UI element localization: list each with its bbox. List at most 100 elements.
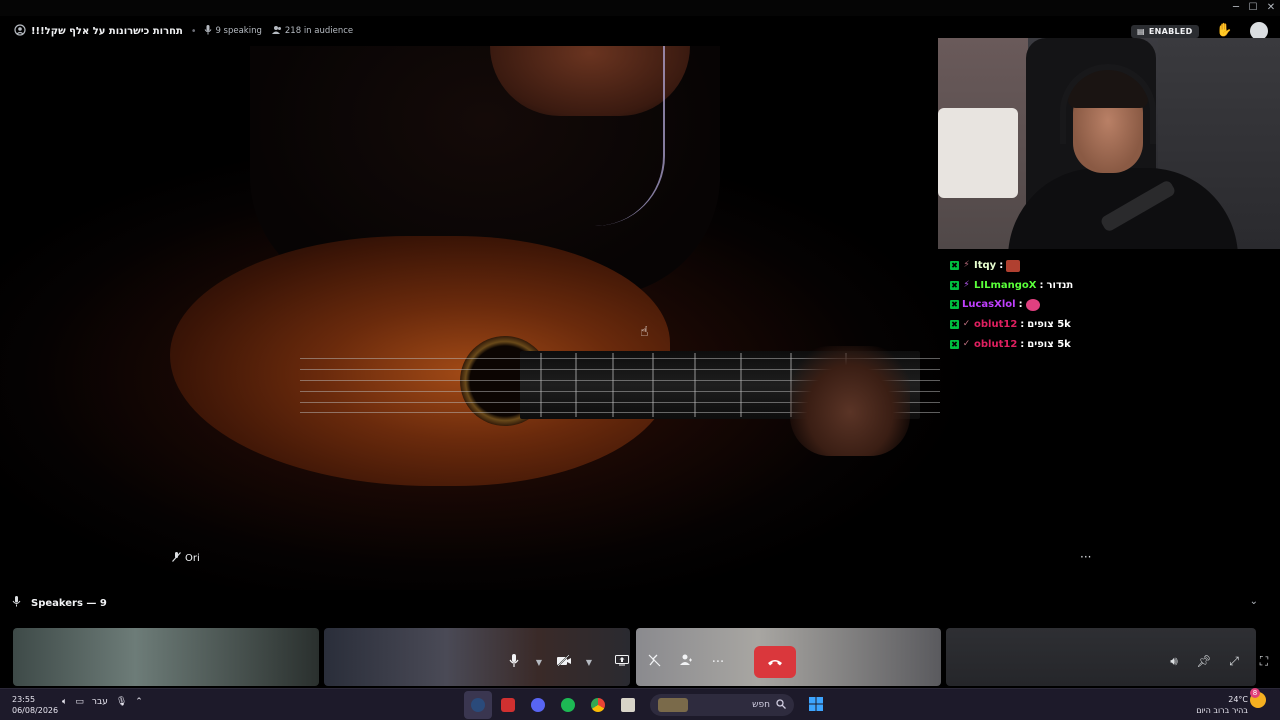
search-placeholder: חפש bbox=[752, 700, 770, 710]
chevron-up-icon[interactable]: ⌃ bbox=[135, 697, 143, 707]
chat-line: ✖ ✓ oblut12 : 5k צופים bbox=[950, 334, 1150, 354]
share-screen-button[interactable] bbox=[608, 648, 636, 676]
microphone-icon[interactable]: 🎙︎ bbox=[116, 697, 127, 707]
more-options-icon[interactable]: ··· bbox=[1080, 550, 1091, 564]
chevron-down-icon[interactable]: ▼ bbox=[582, 648, 596, 676]
fullscreen-button[interactable]: ⛶ bbox=[1252, 650, 1276, 672]
window-titlebar: ─ ☐ ✕ bbox=[0, 0, 1280, 16]
steam-app-button[interactable] bbox=[464, 691, 492, 719]
check-icon: ✓ bbox=[962, 319, 971, 330]
audience-count: 218 in audience bbox=[271, 25, 354, 38]
enabled-badge[interactable]: ▤ ENABLED bbox=[1131, 25, 1199, 38]
chat-username: LILmangoX bbox=[974, 279, 1037, 291]
weather-temperature: 24°C bbox=[1228, 695, 1248, 704]
notification-badge: 8 bbox=[1250, 688, 1260, 698]
invite-button[interactable] bbox=[672, 648, 700, 676]
participant-name: Ori bbox=[185, 553, 200, 564]
mod-badge-icon: ✖ bbox=[950, 280, 959, 290]
video-scene-fret bbox=[740, 353, 742, 417]
chrome-app-button[interactable] bbox=[584, 691, 612, 719]
taskbar-search[interactable]: חפש bbox=[650, 694, 794, 716]
audience-count-label: 218 in audience bbox=[284, 26, 354, 36]
video-scene-fret bbox=[694, 353, 696, 417]
enabled-label: ENABLED bbox=[1148, 27, 1193, 36]
chat-username: LucasXlol bbox=[962, 299, 1016, 311]
camera-toggle-button[interactable] bbox=[550, 648, 578, 676]
microphone-icon bbox=[204, 24, 212, 38]
video-scene-fret bbox=[652, 353, 654, 417]
start-button[interactable] bbox=[802, 691, 830, 719]
chevron-down-icon[interactable]: ▼ bbox=[532, 648, 546, 676]
screen-share-icon bbox=[615, 654, 629, 670]
windows-icon bbox=[809, 696, 823, 714]
audience-icon bbox=[271, 25, 282, 38]
stage-icon bbox=[14, 23, 26, 39]
more-options-button[interactable]: ··· bbox=[704, 648, 732, 676]
folder-icon bbox=[621, 698, 635, 712]
speakers-section-header[interactable]: Speakers — 9 bbox=[0, 590, 1280, 616]
chat-username: oblut12 bbox=[974, 319, 1018, 331]
spotify-app-button[interactable] bbox=[554, 691, 582, 719]
volume-button[interactable]: 🔊︎ bbox=[1162, 650, 1186, 672]
chat-line: ✖ ✓ oblut12 : 5k צופים bbox=[950, 315, 1150, 335]
raise-hand-icon[interactable]: ✋ bbox=[1216, 23, 1232, 38]
speaker-icon: 🔊︎ bbox=[1170, 653, 1178, 668]
pop-out-button[interactable]: ⤢ bbox=[1222, 650, 1246, 672]
activity-off-icon bbox=[648, 654, 661, 671]
video-scene-cable bbox=[555, 46, 665, 226]
speakers-label: Speakers — 9 bbox=[31, 597, 107, 609]
language-indicator[interactable]: עבר bbox=[92, 697, 108, 707]
speaking-count-label: 9 speaking bbox=[215, 26, 262, 36]
mod-badge-icon: ✖ bbox=[950, 261, 959, 271]
speaking-count: 9 speaking bbox=[204, 24, 262, 38]
chat-line: ✖ LucasXlol : bbox=[950, 295, 1150, 315]
disconnect-button[interactable] bbox=[754, 646, 796, 678]
pop-out-icon: ⤢ bbox=[1229, 653, 1239, 668]
network-icon[interactable]: ▭ bbox=[75, 697, 84, 707]
microphone-toggle-button[interactable] bbox=[500, 648, 528, 676]
fullscreen-icon: ⛶ bbox=[1259, 653, 1269, 668]
magnet-app-button[interactable] bbox=[494, 691, 522, 719]
video-scene-fret bbox=[612, 353, 614, 417]
steam-icon bbox=[471, 698, 485, 712]
chat-separator: : bbox=[1020, 319, 1025, 331]
pin-button[interactable]: 📌︎ bbox=[1192, 650, 1216, 672]
bolt-icon: ⚡ bbox=[963, 260, 970, 271]
mod-badge-icon: ✖ bbox=[950, 320, 959, 330]
chat-separator: : bbox=[1020, 338, 1025, 350]
cursor-icon: ☝ bbox=[640, 324, 649, 340]
weather-description: בהיר ברוב היום bbox=[1196, 706, 1248, 715]
weather-widget[interactable]: 24°C בהיר ברוב היום bbox=[1192, 694, 1248, 716]
maximize-icon[interactable]: ☐ bbox=[1243, 0, 1263, 16]
webcam-scene-shelf bbox=[938, 108, 1018, 198]
emote-icon bbox=[1006, 259, 1021, 272]
chat-message: 5k צופים bbox=[1027, 319, 1071, 331]
chat-line: ✖ ⚡ Itqy : bbox=[950, 256, 1150, 276]
check-icon: ✓ bbox=[962, 338, 971, 349]
user-move-icon bbox=[679, 654, 693, 670]
file-explorer-button[interactable] bbox=[614, 691, 642, 719]
chrome-icon bbox=[591, 698, 605, 712]
spotify-icon bbox=[561, 698, 575, 712]
system-clock[interactable]: 23:55 06/08/2026 bbox=[12, 694, 58, 716]
clock-time: 23:55 bbox=[12, 695, 36, 704]
more-horizontal-icon: ··· bbox=[711, 654, 725, 670]
microphone-icon bbox=[509, 653, 519, 671]
emote-icon bbox=[1025, 298, 1040, 311]
phone-hangup-icon bbox=[768, 655, 782, 670]
deafen-button[interactable] bbox=[640, 648, 668, 676]
chat-separator: : bbox=[1018, 299, 1023, 311]
speaker-tile[interactable] bbox=[13, 628, 319, 686]
volume-icon[interactable]: 🔈︎ bbox=[62, 697, 67, 707]
camera-off-icon bbox=[557, 653, 571, 670]
video-scene-fret bbox=[540, 353, 542, 417]
video-scene-hand bbox=[790, 346, 910, 456]
chevron-down-icon[interactable]: ⌄ bbox=[1250, 596, 1258, 607]
search-icon bbox=[776, 698, 786, 712]
chat-separator: : bbox=[999, 260, 1004, 272]
windows-taskbar: 23:55 06/08/2026 🔈︎ ▭ עבר 🎙︎ ⌃ חפש 24°C … bbox=[0, 688, 1280, 720]
chat-line: ✖ ⚡ LILmangoX : תנדור bbox=[950, 276, 1150, 296]
discord-app-button[interactable] bbox=[524, 691, 552, 719]
close-icon[interactable]: ✕ bbox=[1261, 0, 1280, 16]
stage-title: תחרות כישרונות על אלף שקל!!! bbox=[31, 25, 183, 37]
